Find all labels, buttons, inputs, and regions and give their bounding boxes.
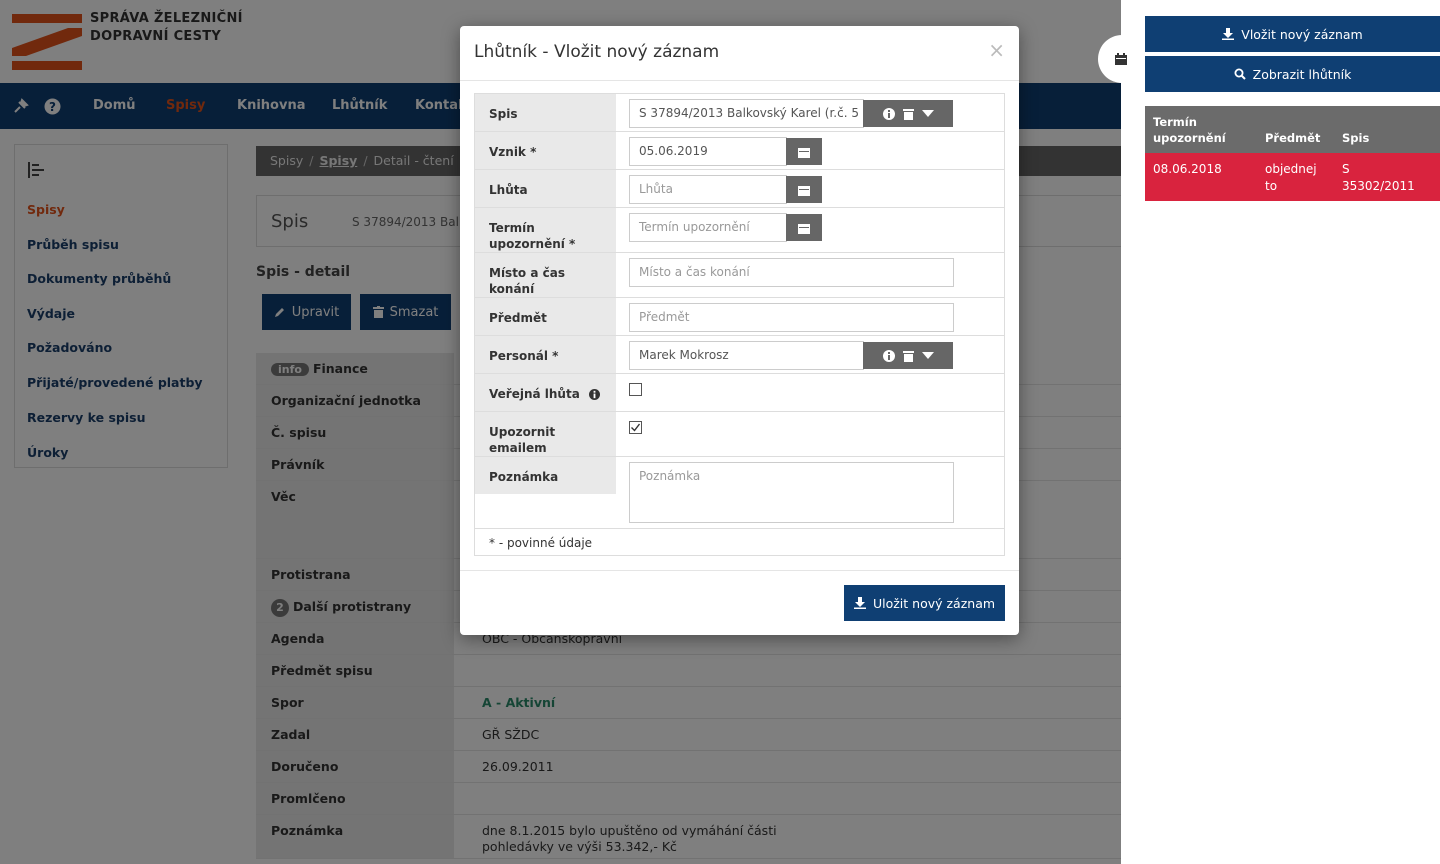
modal-title: Lhůtník - Vložit nový záznam (474, 42, 720, 62)
info-icon (588, 389, 600, 400)
form-row-predmet: Předmět Předmět (475, 298, 1004, 336)
calendar-icon (798, 146, 810, 158)
trash-icon[interactable] (902, 350, 914, 362)
caret-down-icon[interactable] (921, 109, 934, 118)
predmet-input[interactable]: Předmět (629, 303, 954, 332)
spis-select-actions (863, 100, 953, 127)
info-icon[interactable] (882, 349, 895, 362)
upozornit-checkbox[interactable] (629, 421, 642, 434)
search-icon (1234, 68, 1246, 80)
insert-record-button[interactable]: Vložit nový záznam (1145, 16, 1440, 52)
personal-select-actions (863, 342, 953, 369)
table-header: Termín upozornění Předmět Spis (1145, 106, 1440, 153)
calendar-icon (798, 222, 810, 234)
trash-icon[interactable] (902, 108, 914, 120)
misto-input[interactable]: Místo a čas konání (629, 258, 954, 287)
form-row-termin: Termín upozornění * Termín upozornění (475, 208, 1004, 253)
mandatory-note: * - povinné údaje (489, 536, 593, 550)
close-icon[interactable]: × (988, 38, 1005, 62)
calendar-icon (1115, 53, 1127, 65)
download-icon (853, 597, 866, 609)
vznik-date-input[interactable]: 05.06.2019 (629, 137, 787, 166)
calendar-icon (798, 184, 810, 196)
download-icon (1222, 28, 1235, 40)
lhuta-date-input[interactable]: Lhůta (629, 175, 787, 204)
spis-select[interactable]: S 37894/2013 Balkovský Karel (r.č. 5 (629, 99, 864, 128)
form-row-vznik: Vznik * 05.06.2019 (475, 132, 1004, 170)
form-row-lhuta: Lhůta Lhůta (475, 170, 1004, 208)
toggle-lhutnik-panel[interactable] (1098, 35, 1144, 83)
termin-calendar-button[interactable] (786, 214, 822, 241)
vznik-calendar-button[interactable] (786, 138, 822, 165)
show-lhutnik-button[interactable]: Zobrazit lhůtník (1145, 56, 1440, 92)
termin-date-input[interactable]: Termín upozornění (629, 213, 787, 242)
info-icon[interactable] (882, 107, 895, 120)
lhutnik-form: Spis S 37894/2013 Balkovský Karel (r.č. … (474, 93, 1005, 556)
caret-down-icon[interactable] (921, 351, 934, 360)
checkmark-icon (631, 423, 641, 432)
form-row-personal: Personál * Marek Mokrosz (475, 336, 1004, 374)
save-record-button[interactable]: Uložit nový záznam (844, 585, 1005, 621)
verejna-checkbox[interactable] (629, 383, 642, 396)
form-row-misto: Místo a čas konání Místo a čas konání (475, 253, 1004, 298)
right-panel: Vložit nový záznam Zobrazit lhůtník Term… (1121, 0, 1440, 864)
poznamka-textarea[interactable]: Poznámka (629, 462, 954, 523)
form-row-upozornit: Upozornit emailem (475, 412, 1004, 457)
table-row[interactable]: 08.06.2018 objednej to S 35302/2011 (1145, 153, 1440, 201)
form-row-poznamka: Poznámka Poznámka (475, 457, 1004, 529)
lhuta-calendar-button[interactable] (786, 176, 822, 203)
lhutnik-modal: Lhůtník - Vložit nový záznam × Spis S 37… (460, 26, 1019, 635)
personal-select[interactable]: Marek Mokrosz (629, 341, 864, 370)
form-row-spis: Spis S 37894/2013 Balkovský Karel (r.č. … (475, 94, 1004, 132)
form-row-verejna: Veřejná lhůta (475, 374, 1004, 412)
